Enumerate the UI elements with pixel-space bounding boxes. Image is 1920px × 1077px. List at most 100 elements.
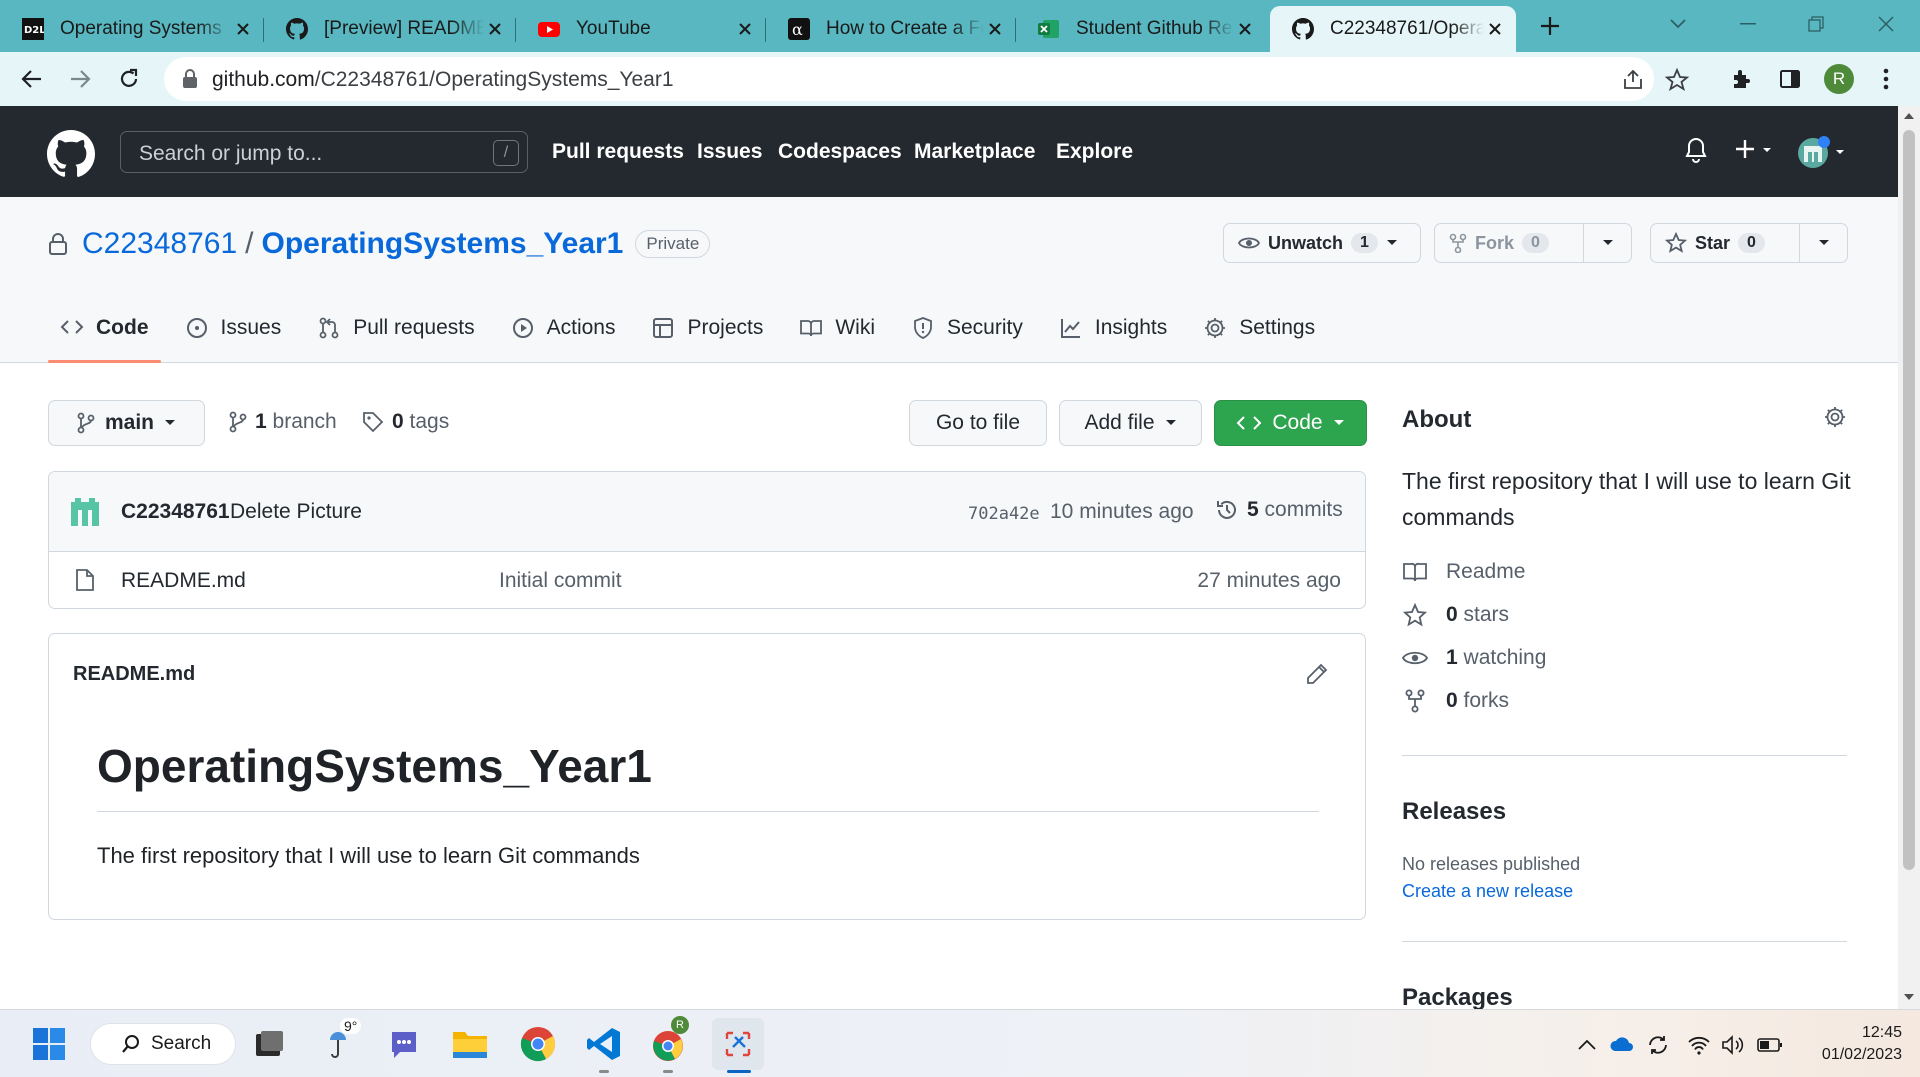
profile-avatar[interactable]: R bbox=[1824, 64, 1854, 94]
wifi-icon[interactable] bbox=[1686, 1032, 1712, 1058]
fork-button[interactable]: Fork 0 bbox=[1435, 224, 1583, 262]
tab-security[interactable]: Security bbox=[899, 310, 1035, 363]
volume-icon[interactable] bbox=[1720, 1032, 1746, 1058]
nav-marketplace[interactable]: Marketplace bbox=[914, 140, 1035, 164]
close-icon[interactable] bbox=[232, 18, 254, 40]
repo-name-link[interactable]: OperatingSystems_Year1 bbox=[262, 227, 624, 261]
close-icon[interactable] bbox=[484, 18, 506, 40]
browser-tab-preview-readme[interactable]: [Preview] README.md bbox=[264, 6, 516, 52]
star-dropdown-button[interactable] bbox=[1799, 224, 1847, 262]
code-download-button[interactable]: Code bbox=[1214, 400, 1367, 446]
tab-actions[interactable]: Actions bbox=[499, 310, 628, 363]
side-panel-icon[interactable] bbox=[1776, 65, 1804, 93]
close-icon[interactable] bbox=[734, 18, 756, 40]
star-button[interactable]: Star 0 bbox=[1651, 224, 1799, 262]
system-clock[interactable]: 12:45 01/02/2023 bbox=[1802, 1022, 1902, 1066]
nav-explore[interactable]: Explore bbox=[1056, 140, 1133, 164]
tab-issues[interactable]: Issues bbox=[173, 310, 294, 363]
fork-icon bbox=[1449, 233, 1467, 253]
nav-issues[interactable]: Issues bbox=[697, 140, 762, 164]
go-to-file-button[interactable]: Go to file bbox=[909, 400, 1047, 446]
nav-pull-requests[interactable]: Pull requests bbox=[552, 140, 684, 164]
watching-link[interactable]: 1 watching bbox=[1402, 646, 1546, 670]
bookmark-star-icon[interactable] bbox=[1664, 67, 1690, 93]
share-icon[interactable] bbox=[1620, 67, 1646, 93]
back-arrow-icon[interactable] bbox=[18, 65, 46, 93]
fork-dropdown-button[interactable] bbox=[1583, 224, 1631, 262]
tab-settings[interactable]: Settings bbox=[1191, 310, 1327, 363]
scroll-down-arrow-icon[interactable] bbox=[1904, 994, 1914, 1001]
user-avatar-menu[interactable] bbox=[1796, 134, 1848, 170]
reload-icon[interactable] bbox=[115, 65, 143, 93]
forks-link[interactable]: 0 forks bbox=[1402, 689, 1509, 713]
address-bar[interactable]: github.com/C22348761/OperatingSystems_Ye… bbox=[164, 57, 1690, 101]
branches-link[interactable]: 1 branch bbox=[229, 410, 337, 434]
star-button-group: Star 0 bbox=[1650, 223, 1848, 263]
tab-search-icon[interactable] bbox=[1664, 10, 1692, 38]
unwatch-button[interactable]: Unwatch 1 bbox=[1224, 224, 1412, 262]
tab-wiki[interactable]: Wiki bbox=[787, 310, 887, 363]
chrome-icon[interactable] bbox=[518, 1024, 558, 1064]
github-logo-icon[interactable] bbox=[47, 130, 95, 178]
forward-arrow-icon[interactable] bbox=[66, 65, 94, 93]
new-tab-button[interactable] bbox=[1536, 12, 1564, 40]
file-explorer-icon[interactable] bbox=[450, 1024, 490, 1064]
scroll-up-arrow-icon[interactable] bbox=[1904, 112, 1914, 119]
lock-icon[interactable] bbox=[182, 69, 198, 89]
repo-owner-link[interactable]: C22348761 bbox=[82, 227, 237, 261]
gear-icon[interactable] bbox=[1823, 405, 1847, 429]
file-name-link[interactable]: README.md bbox=[121, 569, 246, 593]
extensions-puzzle-icon[interactable] bbox=[1728, 65, 1756, 93]
close-icon[interactable] bbox=[984, 18, 1006, 40]
teams-chat-icon[interactable] bbox=[384, 1024, 424, 1064]
close-icon[interactable] bbox=[1234, 18, 1256, 40]
onedrive-icon[interactable] bbox=[1609, 1032, 1635, 1058]
vscode-icon[interactable] bbox=[584, 1024, 624, 1064]
commit-author-link[interactable]: C22348761 bbox=[121, 500, 230, 524]
close-icon[interactable] bbox=[1484, 18, 1506, 40]
task-view-icon[interactable] bbox=[250, 1024, 290, 1064]
file-row[interactable]: README.md Initial commit 27 minutes ago bbox=[49, 552, 1365, 608]
commits-history-link[interactable]: 5 commits bbox=[1215, 498, 1343, 522]
tab-code[interactable]: Code bbox=[48, 310, 161, 363]
browser-tab-youtube[interactable]: YouTube bbox=[516, 6, 766, 52]
close-window-icon[interactable] bbox=[1872, 10, 1900, 38]
file-commit-message-link[interactable]: Initial commit bbox=[499, 569, 622, 593]
browser-tab-operating-systems[interactable]: D2L Operating Systems bbox=[0, 6, 264, 52]
branch-selector[interactable]: main bbox=[48, 400, 205, 446]
packages-title[interactable]: Packages bbox=[1402, 984, 1513, 1012]
chevron-up-icon[interactable] bbox=[1574, 1032, 1600, 1058]
browser-tab-active-repo[interactable]: C22348761/OperatingSystems_Year1 bbox=[1270, 6, 1516, 52]
browser-tab-student-github-repos[interactable]: Student Github Repos bbox=[1016, 6, 1266, 52]
restore-icon[interactable] bbox=[1802, 10, 1830, 38]
readme-link[interactable]: Readme bbox=[1402, 560, 1525, 584]
create-new-plus-icon[interactable] bbox=[1734, 136, 1778, 164]
nav-codespaces[interactable]: Codespaces bbox=[778, 140, 902, 164]
page-scrollbar[interactable] bbox=[1898, 106, 1920, 1009]
chrome-menu-icon[interactable] bbox=[1872, 65, 1900, 93]
author-avatar[interactable] bbox=[69, 496, 101, 528]
tab-projects[interactable]: Projects bbox=[639, 310, 775, 363]
lock-icon bbox=[48, 232, 68, 256]
minimize-icon[interactable] bbox=[1734, 10, 1762, 38]
battery-icon[interactable] bbox=[1757, 1032, 1783, 1058]
stars-link[interactable]: 0 stars bbox=[1402, 603, 1509, 627]
browser-tab-how-to-create-fork[interactable]: α How to Create a Fork bbox=[766, 6, 1016, 52]
sync-icon[interactable] bbox=[1645, 1032, 1671, 1058]
pencil-edit-icon[interactable] bbox=[1305, 662, 1329, 686]
commit-message-link[interactable]: Delete Picture bbox=[230, 500, 362, 524]
tags-link[interactable]: 0 tags bbox=[362, 410, 449, 434]
scrollbar-thumb[interactable] bbox=[1903, 130, 1915, 870]
snipping-tool-icon[interactable] bbox=[712, 1018, 764, 1070]
releases-title[interactable]: Releases bbox=[1402, 798, 1506, 826]
create-release-link[interactable]: Create a new release bbox=[1402, 881, 1573, 902]
windows-start-icon[interactable] bbox=[29, 1024, 69, 1064]
notifications-bell-icon[interactable] bbox=[1684, 136, 1708, 164]
commit-sha-link[interactable]: 702a42e bbox=[968, 504, 1040, 524]
file-commit-time: 27 minutes ago bbox=[1197, 569, 1341, 592]
tab-insights[interactable]: Insights bbox=[1047, 310, 1179, 363]
taskbar-search-button[interactable]: Search bbox=[90, 1023, 236, 1065]
add-file-button[interactable]: Add file bbox=[1059, 400, 1202, 446]
tab-pull-requests[interactable]: Pull requests bbox=[305, 310, 486, 363]
github-search-input[interactable]: Search or jump to... / bbox=[120, 131, 528, 173]
